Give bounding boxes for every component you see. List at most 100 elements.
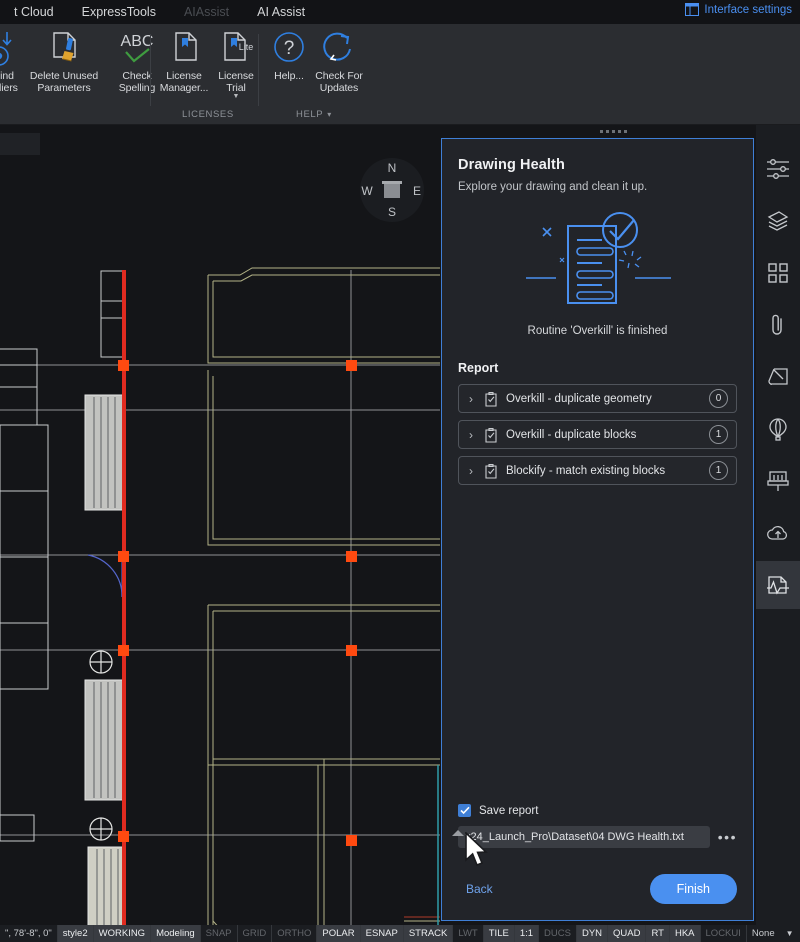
compass-east: E <box>413 184 421 198</box>
status-item-lockui[interactable]: LOCKUI <box>700 925 746 942</box>
tool-palette-rail <box>756 125 800 925</box>
cloud-upload-icon <box>766 523 790 543</box>
report-item-count: 1 <box>709 461 728 480</box>
mouse-cursor <box>464 832 490 870</box>
chevron-right-icon[interactable]: › <box>469 428 483 442</box>
status-item-hka[interactable]: HKA <box>669 925 700 942</box>
rail-button-cloud-upload[interactable] <box>756 509 800 557</box>
status-item-dyn[interactable]: DYN <box>576 925 607 942</box>
rail-button-settings[interactable] <box>756 145 800 193</box>
status-item-annotation-scale[interactable]: None <box>746 925 780 942</box>
status-item-working[interactable]: WORKING <box>93 925 150 942</box>
interface-settings-label: Interface settings <box>704 4 792 16</box>
status-item-ducs[interactable]: DUCS <box>538 925 576 942</box>
rail-button-layers[interactable] <box>756 197 800 245</box>
report-item-label: Overkill - duplicate geometry <box>506 393 709 405</box>
status-item-tile[interactable]: TILE <box>483 925 514 942</box>
tab-cloud[interactable]: t Cloud <box>0 0 68 24</box>
rail-button-balloon[interactable] <box>756 405 800 453</box>
blocks-grid-icon <box>767 262 789 284</box>
compass-rose[interactable]: N S W E <box>358 156 426 224</box>
save-report-label: Save report <box>479 805 538 817</box>
rail-button-attachments[interactable] <box>756 301 800 349</box>
save-report-checkbox[interactable] <box>458 804 471 817</box>
ribbon-tab-bar: t Cloud ExpressTools AIAssist AI Assist … <box>0 0 800 24</box>
application-window: t Cloud ExpressTools AIAssist AI Assist … <box>0 0 800 942</box>
status-bar: ", 78'-8", 0" style2 WORKING Modeling SN… <box>0 925 800 942</box>
ribbon-panel-help-text: HELP <box>296 109 323 120</box>
ribbon-panel-label-licenses: LICENSES <box>182 109 234 120</box>
tab-aiassist-disabled[interactable]: AIAssist <box>170 0 243 24</box>
tab-ai-assist[interactable]: AI Assist <box>243 0 319 24</box>
check-for-updates-icon <box>317 28 361 68</box>
status-item-style2[interactable]: style2 <box>57 925 93 942</box>
ribbon-label-help: Help... <box>274 71 304 83</box>
status-item-esnap[interactable]: ESNAP <box>360 925 403 942</box>
panel-action-row: Back Finish <box>458 874 737 904</box>
panel-drag-handle[interactable] <box>600 130 627 133</box>
license-trial-dropdown-arrow[interactable]: ▼ <box>233 93 240 100</box>
interface-settings-icon <box>685 3 699 16</box>
finish-button[interactable]: Finish <box>650 874 737 904</box>
clipboard-check-icon <box>483 463 499 479</box>
coordinate-readout[interactable]: ", 78'-8", 0" <box>0 928 57 939</box>
panel-body: Drawing Health Explore your drawing and … <box>442 139 753 804</box>
document-check-illustration <box>498 203 698 321</box>
status-item-polar[interactable]: POLAR <box>316 925 359 942</box>
ribbon-panel-licenses-text: LICENSES <box>182 109 234 120</box>
paint-brush-icon <box>767 469 789 493</box>
status-item-snap[interactable]: SNAP <box>200 925 237 942</box>
ribbon-label-license-trial: LicenseTrial <box>218 71 254 94</box>
report-item-overkill-duplicate-blocks[interactable]: › Overkill - duplicate blocks 1 <box>458 420 737 449</box>
rail-button-drawing-health[interactable] <box>756 561 800 609</box>
save-report-row[interactable]: Save report <box>458 804 737 817</box>
collapse-arrow-icon[interactable] <box>452 830 464 836</box>
status-item-scale[interactable]: 1:1 <box>514 925 538 942</box>
browse-button[interactable]: ••• <box>718 829 737 845</box>
ribbon-label-delete-unused-parameters: Delete UnusedParameters <box>30 71 98 94</box>
chevron-right-icon[interactable]: › <box>469 392 483 406</box>
interface-settings-button[interactable]: Interface settings <box>685 3 792 16</box>
report-path-field[interactable]: v24_Launch_Pro\Dataset\04 DWG Health.txt <box>458 826 710 848</box>
hot-air-balloon-icon <box>767 417 789 441</box>
status-item-ortho[interactable]: ORTHO <box>271 925 316 942</box>
report-item-count: 0 <box>709 389 728 408</box>
drawing-health-icon <box>765 574 791 596</box>
panel-title: Drawing Health <box>458 157 737 173</box>
layers-icon <box>766 210 790 232</box>
ribbon-label-find-outliers: indtliers <box>0 71 18 94</box>
chevron-right-icon[interactable]: › <box>469 464 483 478</box>
rail-button-blocks[interactable] <box>756 249 800 297</box>
find-outliers-icon <box>0 28 29 68</box>
panel-illustration <box>458 203 737 321</box>
report-item-blockify-match-existing-blocks[interactable]: › Blockify - match existing blocks 1 <box>458 456 737 485</box>
status-bar-overflow-icon[interactable]: ▼ <box>780 929 800 938</box>
clipboard-check-icon <box>483 391 499 407</box>
compass-south: S <box>388 205 396 219</box>
clipboard-check-icon <box>483 427 499 443</box>
status-item-quad[interactable]: QUAD <box>607 925 645 942</box>
report-item-overkill-duplicate-geometry[interactable]: › Overkill - duplicate geometry 0 <box>458 384 737 413</box>
routine-status-text: Routine 'Overkill' is finished <box>458 325 737 337</box>
drawing-health-panel: Drawing Health Explore your drawing and … <box>441 138 754 921</box>
back-button[interactable]: Back <box>458 882 493 896</box>
ribbon-button-delete-unused-parameters[interactable]: Delete UnusedParameters <box>27 28 101 94</box>
compass-west: W <box>361 184 373 198</box>
ribbon-panel-label-help[interactable]: HELP ▾ <box>296 109 332 120</box>
rail-button-measure[interactable] <box>756 353 800 401</box>
report-item-label: Blockify - match existing blocks <box>506 465 709 477</box>
status-item-strack[interactable]: STRACK <box>403 925 453 942</box>
chevron-down-icon: ▾ <box>327 110 332 119</box>
paperclip-icon <box>767 313 789 337</box>
ribbon-button-check-for-updates[interactable]: Check ForUpdates <box>302 28 376 94</box>
status-item-modeling[interactable]: Modeling <box>150 925 200 942</box>
rail-button-paint[interactable] <box>756 457 800 505</box>
compass-north: N <box>388 161 397 175</box>
report-item-label: Overkill - duplicate blocks <box>506 429 709 441</box>
delete-unused-parameters-icon <box>42 28 86 68</box>
status-item-lwt[interactable]: LWT <box>452 925 482 942</box>
svg-text:?: ? <box>284 38 295 59</box>
status-item-grid[interactable]: GRID <box>237 925 272 942</box>
tab-expresstools[interactable]: ExpressTools <box>68 0 170 24</box>
status-item-rt[interactable]: RT <box>645 925 669 942</box>
